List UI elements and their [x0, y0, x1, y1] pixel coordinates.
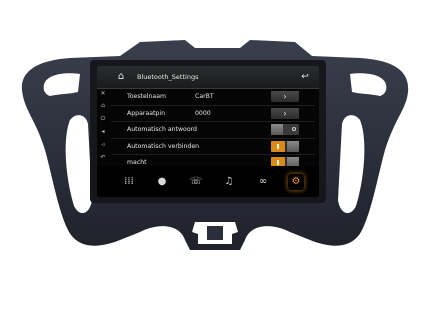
setting-row-auto-answer: Automatisch antwoord: [111, 122, 315, 139]
hardware-sidebar: ✕ ⌂ ⏻ ◂ ◃ ↶: [97, 88, 109, 166]
bottom-dock: ⁞⁞⁞ ● ☏ ♫ ∞ ⚙: [97, 166, 319, 197]
head-unit-screen: ⌂ Bluetooth_Settings ↩ ✕ ⌂ ⏻ ◂ ◃ ↶ Toest…: [97, 66, 319, 197]
close-icon[interactable]: ✕: [99, 90, 107, 98]
setting-value: CarBT: [195, 93, 214, 100]
setting-row-device-name[interactable]: Toestelnaam CarBT ›: [111, 89, 315, 106]
auto-connect-toggle[interactable]: [271, 140, 299, 152]
volume-down-icon[interactable]: ◃: [99, 141, 107, 149]
setting-label: Automatisch verbinden: [127, 142, 200, 150]
back-icon[interactable]: ↶: [99, 154, 107, 162]
page-title: Bluetooth_Settings: [137, 73, 199, 81]
back-arrow-icon[interactable]: ↩: [299, 71, 311, 83]
top-bar: ⌂ Bluetooth_Settings ↩: [97, 66, 319, 89]
call-log-icon[interactable]: ☏: [186, 172, 206, 192]
power-icon[interactable]: ⏻: [99, 115, 107, 123]
setting-label: Automatisch antwoord: [127, 126, 197, 133]
setting-label: Toestelnaam: [127, 93, 167, 100]
chevron-right-icon[interactable]: ›: [271, 91, 299, 102]
settings-list: Toestelnaam CarBT › Apparaatpin 0000 › A…: [111, 89, 315, 171]
setting-label: Apparaatpin: [127, 109, 166, 117]
setting-row-device-pin[interactable]: Apparaatpin 0000 ›: [111, 106, 315, 122]
home-icon[interactable]: ⌂: [115, 71, 127, 83]
link-icon[interactable]: ∞: [253, 172, 273, 192]
settings-icon[interactable]: ⚙: [286, 172, 306, 192]
volume-up-icon[interactable]: ◂: [99, 128, 107, 136]
home-icon[interactable]: ⌂: [99, 102, 107, 110]
setting-value: 0000: [195, 109, 211, 117]
chevron-right-icon[interactable]: ›: [271, 107, 299, 119]
setting-row-auto-connect: Automatisch verbinden: [111, 139, 315, 155]
auto-answer-toggle[interactable]: [271, 124, 299, 135]
music-icon[interactable]: ♫: [219, 172, 239, 192]
contacts-icon[interactable]: ●: [152, 172, 172, 192]
dialpad-icon[interactable]: ⁞⁞⁞: [119, 172, 139, 192]
